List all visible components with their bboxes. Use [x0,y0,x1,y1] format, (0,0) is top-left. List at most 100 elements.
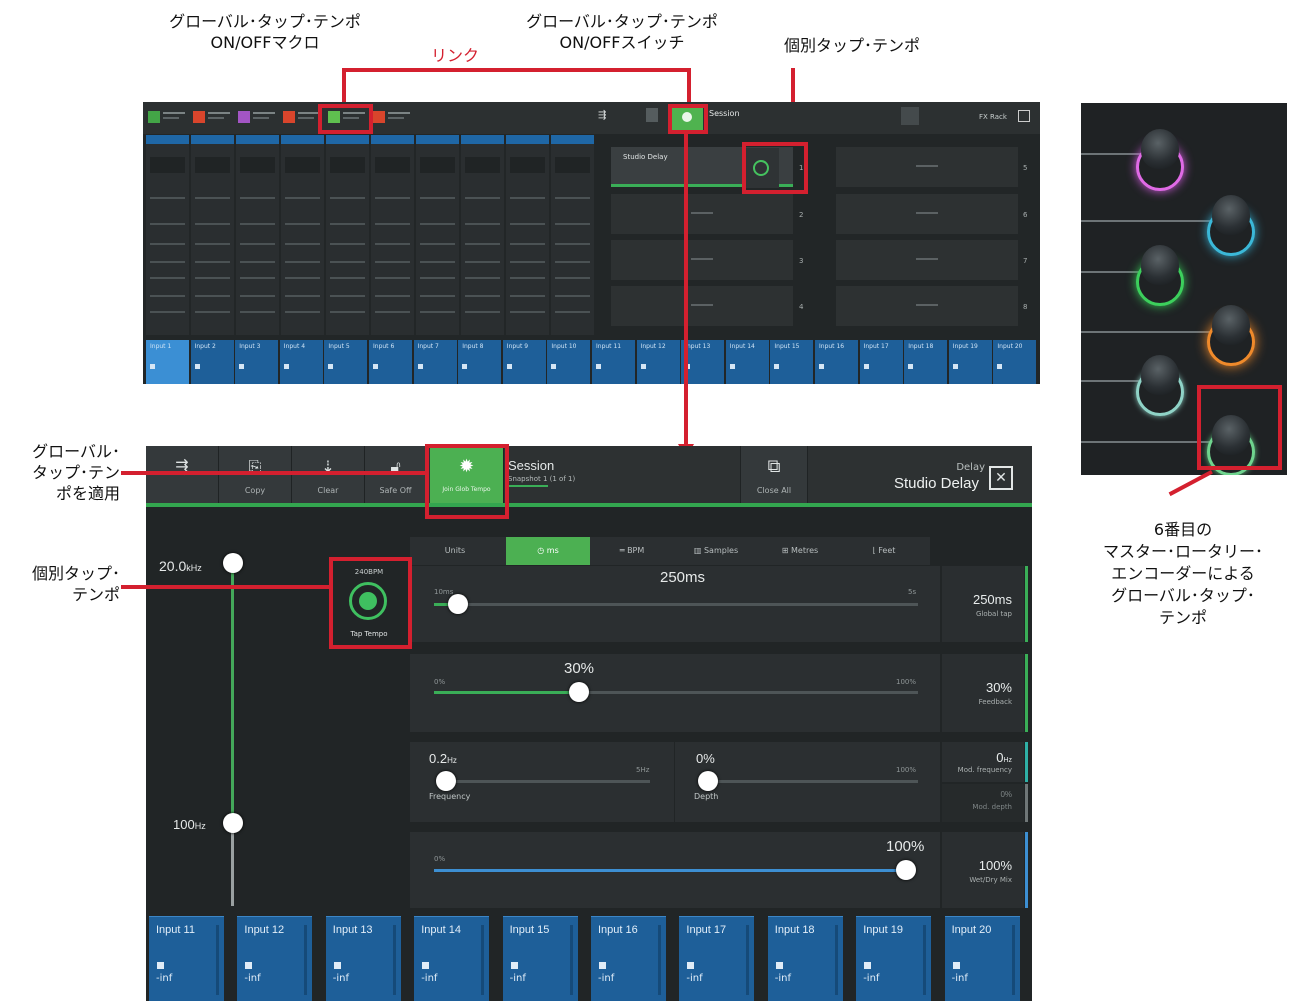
channel-strip[interactable]: Input 14 -inf [414,916,490,1001]
mod-depth-slider[interactable] [698,771,918,791]
tab-bpm[interactable]: ═ BPM [590,537,674,565]
tab-ms[interactable]: ◷ ms [506,537,590,565]
overview-channel[interactable]: Input 6 [369,340,412,384]
overview-channel[interactable]: Input 7 [413,340,457,384]
encoder-3[interactable] [1141,245,1179,285]
channel-strip[interactable]: Input 12 -inf [237,916,313,1001]
fx-slot-6[interactable] [836,194,1018,234]
overview-close-all-icon[interactable] [901,107,919,125]
wet-dry-readout[interactable]: 100% Wet/Dry Mix [942,832,1024,908]
overview-strip[interactable] [551,135,594,335]
channel-strip[interactable]: Input 19 -inf [856,916,932,1001]
overview-channel[interactable]: Input 16 [815,340,858,384]
close-all-button[interactable]: ⧉ Close All [740,446,808,503]
overview-strip[interactable] [506,135,549,335]
fx-slot-3[interactable] [611,240,793,280]
close-icon[interactable]: ✕ [989,466,1013,490]
channel-strip[interactable]: Input 20 -inf [944,916,1020,1001]
slider-thumb[interactable] [698,771,718,791]
slider-thumb[interactable] [896,860,916,880]
encoder-annotation-line2: マスター･ロータリー･ [1102,542,1263,561]
channel-strip[interactable]: Input 16 -inf [591,916,666,1001]
mod-frequency-slider[interactable] [436,771,650,791]
fx-slot-5[interactable] [836,147,1018,187]
overview-channel[interactable]: Input 5 [324,340,368,384]
overview-channel[interactable]: Input 14 [725,340,769,384]
overview-strip[interactable] [326,135,369,335]
mod-frequency-readout[interactable]: 0Hz Mod. frequency [942,742,1024,782]
overview-channel[interactable]: Input 18 [904,340,948,384]
macro-chip-2[interactable] [193,111,205,123]
overview-channel[interactable]: Input 20 [993,340,1037,384]
channel-level: -inf [244,973,261,984]
encoder-2[interactable] [1212,195,1250,235]
global-tap-readout[interactable]: 250ms Global tap [942,566,1024,642]
overview-channel[interactable]: Input 15 [770,340,814,384]
overview-copy-icon[interactable] [646,108,658,122]
mod-depth-readout-value: 0% [1000,790,1012,799]
slot-number: 3 [799,257,804,265]
channel-strip[interactable]: Input 11 -inf [149,916,224,1001]
overview-channel-label: Input 17 [863,343,889,350]
overview-strip[interactable] [461,135,504,335]
overview-channel[interactable]: Input 17 [859,340,903,384]
overview-strip[interactable] [416,135,459,335]
overview-channel[interactable]: Input 11 [592,340,635,384]
overview-channel[interactable]: Input 10 [547,340,591,384]
mod-depth-readout[interactable]: 0% Mod. depth [942,784,1024,822]
overview-channel[interactable]: Input 4 [279,340,323,384]
channel-mute-icon [952,962,960,969]
overview-strip[interactable] [371,135,414,335]
mod-frequency-readout-label: Mod. frequency [957,766,1012,774]
filter-low-thumb[interactable] [223,813,243,833]
delay-time-slider[interactable] [434,594,918,614]
fx-name: Studio Delay [893,475,979,492]
overview-session-title: Session [709,109,740,118]
overview-channel[interactable]: Input 12 [636,340,680,384]
overview-strip[interactable] [146,135,189,335]
overview-channel[interactable]: Input 8 [458,340,502,384]
fx-slot-2[interactable] [611,194,793,234]
feedback-slider[interactable] [434,682,918,702]
overview-strip[interactable] [191,135,234,335]
encoder-4[interactable] [1212,305,1250,345]
channel-strip[interactable]: Input 15 -inf [502,916,578,1001]
macro-chip-6[interactable] [373,111,385,123]
channel-strip[interactable]: Input 18 -inf [767,916,843,1001]
channel-strip[interactable]: Input 13 -inf [325,916,401,1001]
overview-channel[interactable]: Input 2 [190,340,234,384]
overview-channel[interactable]: Input 9 [502,340,546,384]
individual-tap-highlight [742,142,808,194]
channel-meter [1011,925,1015,995]
overview-strip[interactable] [281,135,324,335]
overview-channel[interactable]: Input 3 [235,340,279,384]
macro-chip-3[interactable] [238,111,250,123]
fx-slot-7[interactable] [836,240,1018,280]
tab-metres[interactable]: ⊞ Metres [758,537,842,565]
channel-strip[interactable]: Input 17 -inf [679,916,755,1001]
routing-icon[interactable]: ⇶ [598,110,624,126]
filter-low-number: 100 [173,817,195,832]
slot-number: 8 [1023,303,1028,311]
overview-channel-label: Input 19 [952,343,978,350]
fx-slot-8[interactable] [836,286,1018,326]
overview-close-icon[interactable] [1018,110,1030,122]
macro-chip-4[interactable] [283,111,295,123]
encoder-1[interactable] [1141,129,1179,169]
fx-slot-4[interactable] [611,286,793,326]
slot-number: 6 [1023,211,1028,219]
overview-strip[interactable] [236,135,279,335]
filter-high-thumb[interactable] [223,553,243,573]
wet-dry-slider[interactable] [434,860,916,880]
overview-channel[interactable]: Input 19 [948,340,992,384]
tab-feet[interactable]: ⌊ Feet [842,537,926,565]
encoder-5[interactable] [1141,355,1179,395]
overview-channel-label: Input 16 [819,343,845,350]
macro-annotation: グローバル･タップ･テンポ ON/OFFマクロ [150,11,380,53]
macro-chip-1[interactable] [148,111,160,123]
channel-mute-icon [422,962,430,969]
session-subtitle: Snapshot 1 (1 of 1) [508,475,576,483]
tab-samples[interactable]: ▥ Samples [674,537,758,565]
feedback-readout[interactable]: 30% Feedback [942,654,1024,732]
overview-channel[interactable]: Input 1 [146,340,189,384]
